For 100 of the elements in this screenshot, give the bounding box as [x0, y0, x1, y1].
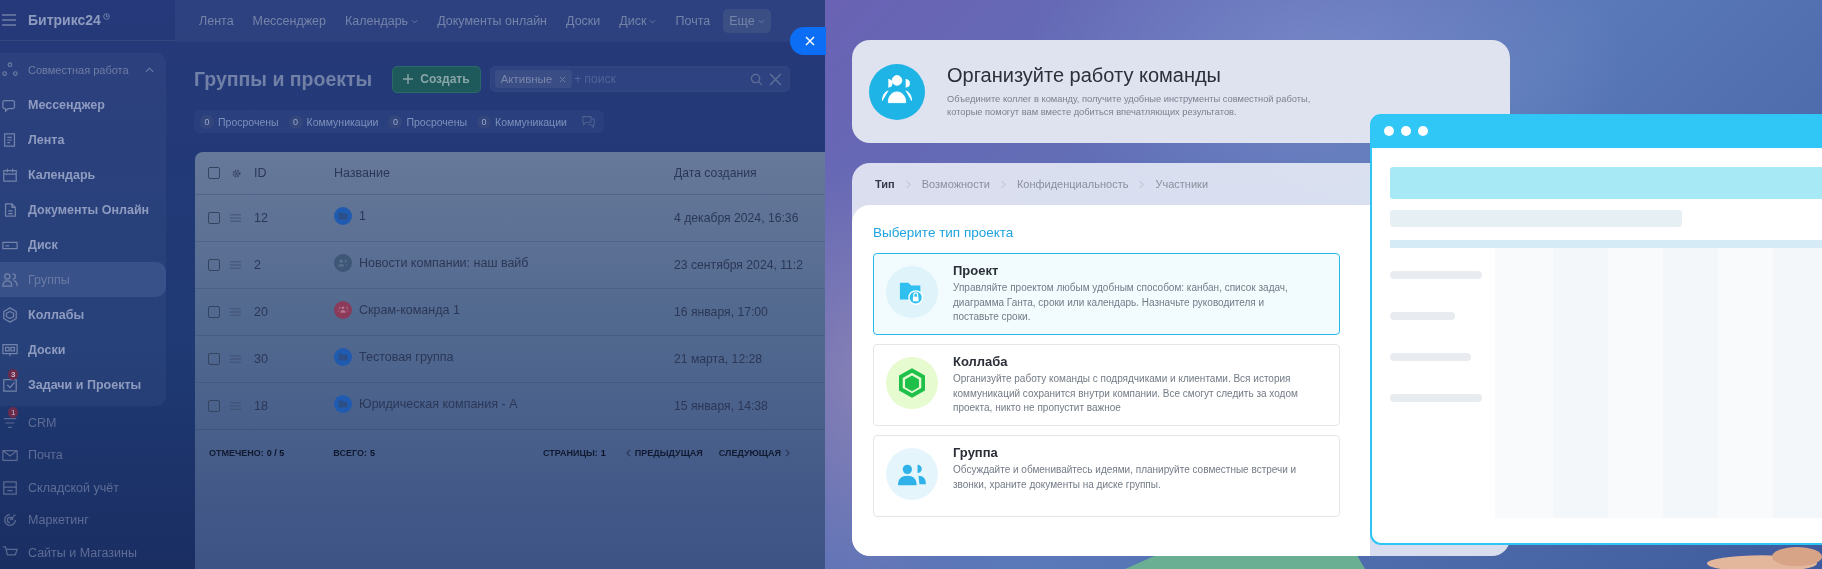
- sidebar-item[interactable]: Диск: [0, 227, 166, 263]
- group-name-link[interactable]: Скрам-команда 1: [359, 303, 460, 317]
- team-icon: [334, 301, 352, 319]
- nav-tab[interactable]: Почта: [669, 9, 717, 33]
- pages-label: СТРАНИЦЫ:: [543, 447, 598, 458]
- sidebar-item[interactable]: Лента: [0, 122, 166, 158]
- section-header[interactable]: Совместная работа: [0, 53, 166, 88]
- counter-filter[interactable]: Просрочены: [218, 115, 279, 128]
- option-description: Обсуждайте и обменивайтесь идеями, планируйте совместные встречи и звонки, храните документы на диске группы.: [953, 463, 1298, 492]
- row-checkbox[interactable]: [208, 353, 220, 365]
- sidebar-item[interactable]: Коллабы: [0, 297, 166, 333]
- selected-count-value: 0 / 5: [266, 447, 285, 458]
- target-icon: [2, 512, 18, 529]
- chevron-icon: [145, 67, 154, 74]
- nav-tab[interactable]: Мессенджер: [246, 9, 333, 33]
- sidebar-item[interactable]: Календарь: [0, 157, 166, 193]
- create-button[interactable]: Создать: [392, 65, 481, 93]
- wizard-step[interactable]: Конфиденциальность: [1016, 178, 1129, 190]
- column-header[interactable]: ID: [254, 166, 334, 180]
- row-checkbox[interactable]: [208, 259, 220, 271]
- group-name-link[interactable]: 1: [359, 209, 366, 223]
- project-type-option[interactable]: Коллаба Организуйте работу команды с подрядчиками и клиентами. Вся история коммуникаций сохранится внутри компании. Все смогут следить за ходом проекта, никто не пропустит важное: [873, 344, 1340, 426]
- people-icon: [334, 254, 352, 272]
- remove-icon[interactable]: [559, 75, 567, 83]
- nav-tab[interactable]: Еще: [723, 9, 771, 33]
- chevron-icon: [1000, 179, 1006, 189]
- nav-tab[interactable]: Доски: [560, 9, 607, 33]
- column-header[interactable]: Дата создания: [674, 166, 757, 180]
- section-label: Совместная работа: [28, 64, 130, 77]
- sidebar-item[interactable]: 1 CRM: [0, 406, 166, 439]
- chat-icon[interactable]: [580, 115, 596, 128]
- row-checkbox[interactable]: [208, 212, 220, 224]
- calendar-icon: [2, 166, 18, 183]
- option-description: Управляйте проектом любым удобным способом: канбан, список задач, диаграмма Ганта, сроки или календарь. Назначьте руководителя и поставьте сроки.: [953, 281, 1289, 324]
- row-checkbox[interactable]: [208, 306, 220, 318]
- sidebar-item[interactable]: Мессенджер: [0, 87, 166, 123]
- panel-title: Организуйте работу команды: [947, 63, 1222, 87]
- table-cell-text: 20: [254, 305, 269, 319]
- nav-tab[interactable]: Календарь: [339, 9, 425, 33]
- panel-description: Объедините коллег в команду, получите удобные инструменты совместной работы, которые помогут вам вместе добиться впечатляющих результатов.: [947, 92, 1312, 119]
- hexagon-icon: [2, 306, 18, 323]
- project-type-option[interactable]: Проект Управляйте проектом любым удобным способом: канбан, список задач, диаграмма Ганта, сроки или календарь. Назначьте руководителя и поставьте сроки.: [873, 253, 1340, 335]
- cabinet-icon: [2, 479, 18, 496]
- sidebar-item[interactable]: Документы Онлайн: [0, 192, 166, 228]
- group-name-link[interactable]: Новости компании: наш вайб: [359, 256, 529, 270]
- close-button[interactable]: [790, 27, 826, 55]
- wizard-step[interactable]: Участники: [1155, 178, 1209, 190]
- people-icon: [886, 448, 938, 500]
- table-cell-text: 2: [254, 258, 262, 272]
- option-description: Организуйте работу команды с подрядчиками и клиентами. Вся история коммуникаций сохранится внутри компании. Все смогут следить за ходом проекта, никто не пропустит важное: [953, 372, 1298, 415]
- sidebar-item[interactable]: Маркетинг: [0, 504, 166, 537]
- checkbox-icon: [2, 376, 18, 393]
- option-title: Коллаба: [953, 354, 1009, 369]
- pages-value: 1: [600, 447, 606, 458]
- next-page-link[interactable]: СЛЕДУЮЩАЯ: [718, 447, 794, 458]
- sidebar-item[interactable]: 3 Задачи и Проекты: [0, 367, 166, 403]
- counter-badge: 0: [477, 114, 492, 129]
- counter-badge: 0: [288, 114, 303, 129]
- search-icon[interactable]: [749, 72, 763, 86]
- folder-lock-icon: [886, 266, 938, 318]
- nav-tab[interactable]: Диск: [613, 9, 663, 33]
- counter-filter[interactable]: Просрочены: [406, 115, 468, 128]
- sidebar-item[interactable]: Доски: [0, 332, 166, 368]
- counter-badge: 0: [200, 114, 214, 129]
- row-checkbox[interactable]: [208, 400, 220, 412]
- select-all-checkbox[interactable]: [208, 167, 220, 179]
- settings-icon[interactable]: [231, 167, 242, 179]
- document-icon: [2, 201, 18, 218]
- envelope-icon: [2, 447, 18, 464]
- table-cell: 23 сентября 2024, 11:2: [674, 258, 804, 272]
- menu-icon[interactable]: [2, 14, 16, 27]
- wizard-step[interactable]: Тип: [875, 178, 895, 190]
- sidebar-item[interactable]: Почта: [0, 438, 166, 472]
- wizard-step[interactable]: Возможности: [921, 178, 990, 190]
- nav-tab[interactable]: Документы онлайн: [431, 9, 554, 33]
- selected-count-label: ОТМЕЧЕНО:: [209, 447, 264, 458]
- section-heading: Выберите тип проекта: [873, 225, 1015, 240]
- folder-icon: [334, 395, 352, 413]
- logo[interactable]: Битрикс24: [28, 12, 101, 29]
- project-type-option[interactable]: Группа Обсуждайте и обменивайтесь идеями, планируйте совместные встречи и звонки, храните документы на диске группы.: [873, 435, 1340, 517]
- table-cell-text: 12: [254, 211, 269, 225]
- feed-icon: [2, 131, 18, 148]
- chevron-icon: [1139, 179, 1145, 189]
- counter-filter[interactable]: Коммуникации: [306, 115, 379, 128]
- clock-icon: [102, 12, 110, 20]
- sidebar-item[interactable]: Сайты и Магазины: [0, 536, 166, 569]
- folder-icon: [334, 207, 352, 225]
- filter-tag[interactable]: Активные: [494, 70, 573, 88]
- clear-icon[interactable]: [768, 72, 782, 86]
- nav-tab[interactable]: Лента: [193, 9, 240, 33]
- option-title: Проект: [953, 263, 1000, 278]
- plus-icon: [403, 74, 414, 84]
- chevron-icon: [905, 179, 911, 189]
- column-header[interactable]: Название: [334, 166, 674, 180]
- sidebar-item[interactable]: Складской учёт: [0, 471, 166, 504]
- previous-page-link[interactable]: ПРЕДЫДУЩАЯ: [621, 447, 703, 458]
- total-count-value: 5: [370, 447, 375, 458]
- counter-filter[interactable]: Коммуникации: [495, 115, 567, 128]
- table-cell: 4 декабря 2024, 16:36: [674, 211, 799, 225]
- board-icon: [2, 341, 18, 358]
